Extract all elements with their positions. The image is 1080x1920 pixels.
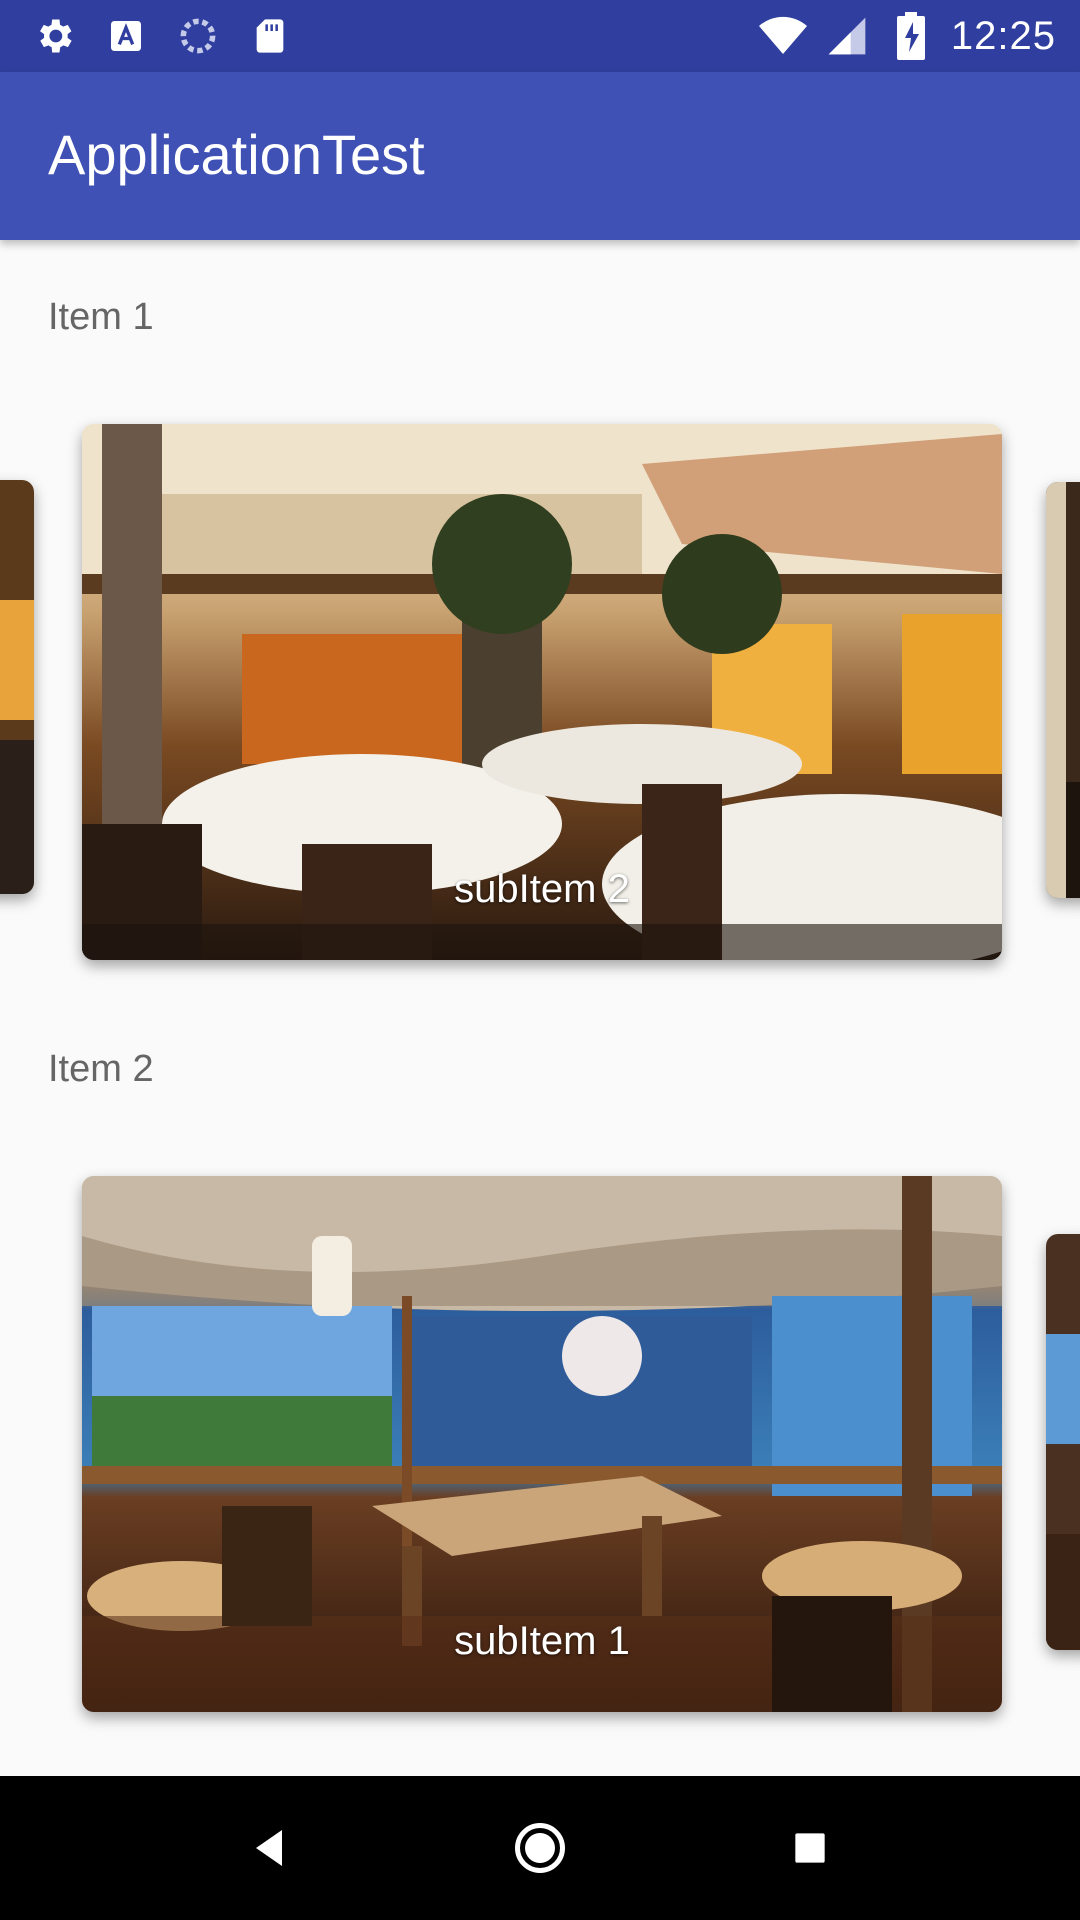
carousel-card[interactable]: subItem 2 — [82, 424, 1002, 960]
settings-icon — [30, 12, 78, 60]
card-caption: subItem 1 — [454, 1619, 630, 1663]
carousel-card[interactable]: subItem 1 — [82, 1176, 1002, 1712]
app-title: ApplicationTest — [48, 123, 425, 186]
section-item-2: Item 2 subItem 1 — [0, 992, 1080, 1732]
card-caption: subItem 2 — [454, 867, 630, 911]
sync-icon — [174, 12, 222, 60]
navigation-bar — [0, 1776, 1080, 1920]
carousel[interactable]: subItem 1 — [0, 1176, 1080, 1716]
carousel-card-peek-right[interactable] — [1046, 1234, 1080, 1650]
text-a-icon — [102, 12, 150, 60]
carousel-card-peek-left[interactable] — [0, 480, 34, 894]
recents-icon[interactable] — [774, 1812, 846, 1884]
wifi-icon — [758, 12, 807, 60]
home-icon[interactable] — [504, 1812, 576, 1884]
carousel-card-peek-right[interactable] — [1046, 482, 1080, 898]
section-item-1: Item 1 subItem 2 — [0, 240, 1080, 980]
cell-signal-icon — [823, 12, 871, 60]
app-bar: ApplicationTest — [0, 72, 1080, 240]
back-icon[interactable] — [234, 1812, 306, 1884]
section-title: Item 1 — [48, 296, 154, 338]
status-bar: 12:25 — [0, 0, 1080, 72]
carousel[interactable]: subItem 2 — [0, 424, 1080, 964]
section-title: Item 2 — [48, 1048, 154, 1090]
battery-charging-icon — [887, 12, 935, 60]
clock-time: 12:25 — [950, 13, 1056, 58]
sd-card-icon — [246, 12, 294, 60]
scroll-content[interactable]: Item 1 subItem 2 Item 2 subItem 1 — [0, 240, 1080, 1776]
